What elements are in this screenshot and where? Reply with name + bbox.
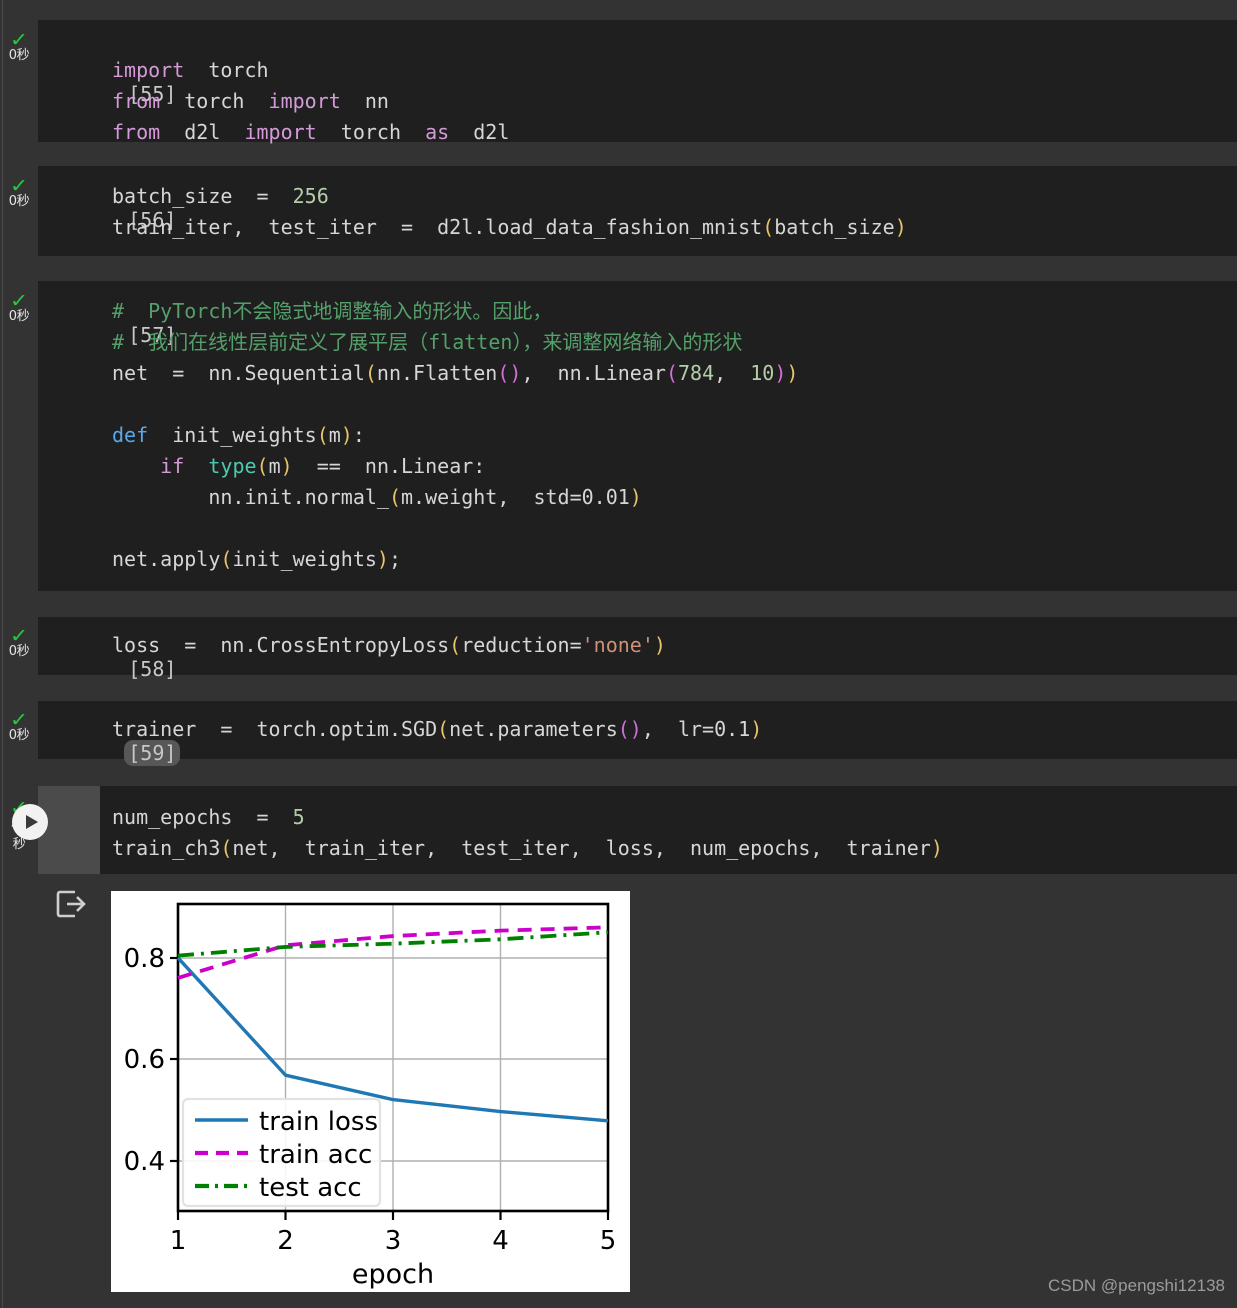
legend-label: train acc	[259, 1140, 372, 1170]
legend-label: train loss	[259, 1107, 378, 1137]
x-tick-label: 2	[277, 1226, 294, 1256]
watermark: CSDN @pengshi12138	[1048, 1276, 1225, 1295]
x-tick-label: 4	[492, 1226, 509, 1256]
cell-code-58[interactable]: loss = nn.CrossEntropyLoss(reduction='no…	[112, 630, 666, 661]
cell-gutter-57: ✓ 0秒	[0, 291, 38, 324]
cell-code-59[interactable]: trainer = torch.optim.SGD(net.parameters…	[112, 714, 762, 745]
training-curve-figure: 0.4 0.6 0.8 1 2 3 4 5 epoch train loss t…	[111, 891, 630, 1292]
check-icon: ✓	[9, 626, 29, 647]
notebook-cell-59[interactable]: ✓ 0秒 [59] trainer = torch.optim.SGD(net.…	[0, 701, 1237, 766]
x-tick-label: 3	[385, 1226, 402, 1256]
cell-code-56[interactable]: batch_size = 256 train_iter, test_iter =…	[112, 181, 907, 243]
cell-code-57[interactable]: # PyTorch不会隐式地调整输入的形状。因此， # 我们在线性层前定义了展平…	[112, 296, 798, 575]
notebook-cell-58[interactable]: ✓ 0秒 [58] loss = nn.CrossEntropyLoss(red…	[0, 617, 1237, 681]
x-axis-label: epoch	[352, 1259, 434, 1290]
y-tick-label: 0.8	[124, 944, 165, 974]
cell-gutter-58: ✓ 0秒	[0, 626, 38, 659]
cell-code-55[interactable]: import torch from torch import nn from d…	[112, 55, 509, 148]
check-icon: ✓	[9, 291, 29, 312]
x-tick-label: 1	[170, 1226, 187, 1256]
play-triangle	[26, 815, 38, 829]
notebook-cell-run[interactable]: ✓ 49 秒 num_epochs = 5 train_ch3(net, tra…	[0, 786, 1237, 874]
check-icon: ✓	[9, 30, 29, 51]
legend-label: test acc	[259, 1173, 362, 1203]
output-export-icon	[54, 887, 88, 921]
cell-gutter-56: ✓ 0秒	[0, 176, 38, 209]
chart-legend: train loss train acc test acc	[181, 1097, 382, 1208]
y-tick-label: 0.4	[124, 1147, 165, 1177]
notebook-cell-55[interactable]: ✓ 0秒 [55] import torch from torch import…	[0, 20, 1237, 144]
cell-gutter-55: ✓ 0秒	[0, 30, 38, 63]
notebook-cell-57[interactable]: ✓ 0秒 [57] # PyTorch不会隐式地调整输入的形状。因此， # 我们…	[0, 281, 1237, 591]
check-icon: ✓	[9, 176, 29, 197]
cell-code-run[interactable]: num_epochs = 5 train_ch3(net, train_iter…	[112, 802, 943, 864]
play-icon[interactable]	[12, 804, 48, 840]
x-tick-label: 5	[600, 1226, 617, 1256]
training-curve-svg: 0.4 0.6 0.8 1 2 3 4 5 epoch train loss t…	[111, 891, 630, 1292]
cell-gutter-59: ✓ 0秒	[0, 710, 38, 743]
run-button-column	[38, 786, 100, 874]
notebook-cell-56[interactable]: ✓ 0秒 [56] batch_size = 256 train_iter, t…	[0, 166, 1237, 256]
check-icon: ✓	[9, 710, 29, 731]
notebook-page: ✓ 0秒 [55] import torch from torch import…	[0, 0, 1237, 1308]
y-tick-label: 0.6	[124, 1045, 165, 1075]
